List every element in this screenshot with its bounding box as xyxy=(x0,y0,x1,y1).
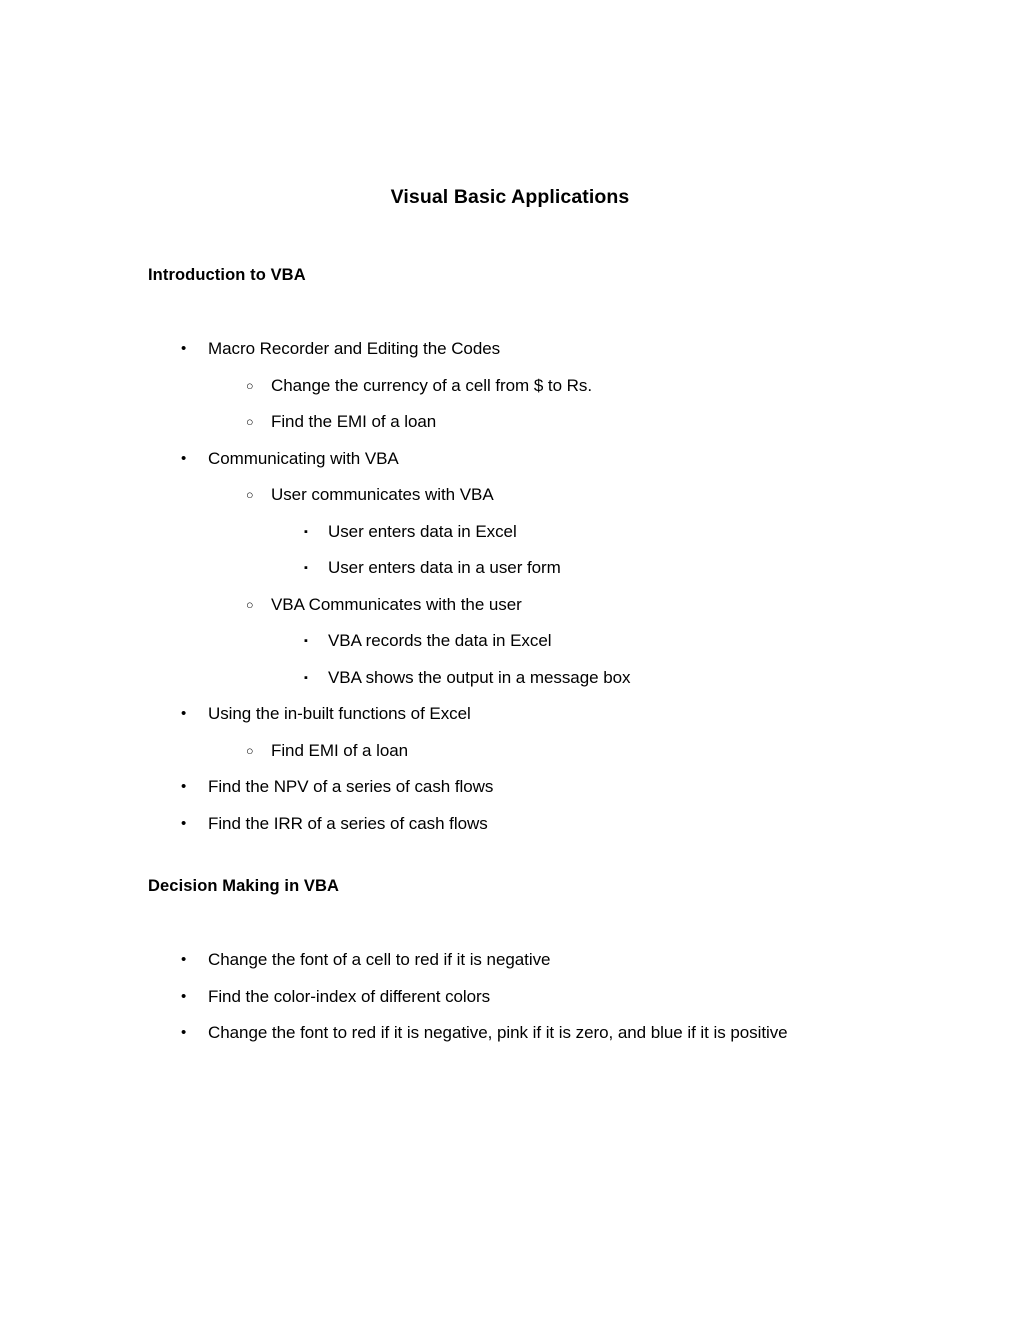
bullet-list-decision-making: • Change the font of a cell to red if it … xyxy=(0,942,1020,1052)
list-item-text: Find the color-index of different colors xyxy=(208,986,491,1006)
list-item: ▪ VBA records the data in Excel xyxy=(0,623,1020,660)
list-item-text: Find EMI of a loan xyxy=(271,740,409,760)
list-item-text: User enters data in a user form xyxy=(328,558,561,577)
section-heading-introduction: Introduction to VBA xyxy=(148,266,306,284)
bullet-disc-icon: • xyxy=(181,778,187,795)
bullet-disc-icon: • xyxy=(181,1024,187,1041)
list-item-text: VBA records the data in Excel xyxy=(328,631,552,650)
list-item-text: User communicates with VBA xyxy=(271,485,494,504)
bullet-disc-icon: • xyxy=(181,814,187,832)
bullet-circle-icon: ○ xyxy=(246,597,254,612)
list-item-text: Find the IRR of a series of cash flows xyxy=(208,813,488,833)
list-item: ○ User communicates with VBA xyxy=(0,477,1020,514)
bullet-disc-icon: • xyxy=(181,987,187,1005)
document-page: Visual Basic Applications Introduction t… xyxy=(0,0,1020,1320)
list-item: ○ Change the currency of a cell from $ to… xyxy=(0,368,1020,405)
bullet-disc-icon: • xyxy=(181,951,187,968)
list-item-text: VBA Communicates with the user xyxy=(271,594,522,614)
bullet-disc-icon: • xyxy=(181,705,187,722)
list-item: ○ Find EMI of a loan xyxy=(0,733,1020,770)
list-item: • Find the color-index of different color… xyxy=(0,979,1020,1016)
bullet-square-icon: ▪ xyxy=(304,562,308,574)
bullet-disc-icon: • xyxy=(181,340,187,357)
list-item-text: Find the EMI of a loan xyxy=(271,412,437,431)
list-item: ▪ User enters data in Excel xyxy=(0,514,1020,551)
list-item-text: User enters data in Excel xyxy=(328,521,517,541)
bullet-square-icon: ▪ xyxy=(304,635,308,647)
list-item-text: Communicating with VBA xyxy=(208,448,399,468)
list-item-text: VBA shows the output in a message box xyxy=(328,667,631,687)
list-item: • Find the NPV of a series of cash flows xyxy=(0,769,1020,806)
list-item: • Find the IRR of a series of cash flows xyxy=(0,806,1020,843)
bullet-circle-icon: ○ xyxy=(246,415,254,429)
list-item: ▪ User enters data in a user form xyxy=(0,550,1020,587)
bullet-circle-icon: ○ xyxy=(246,743,254,758)
list-item: • Change the font of a cell to red if it … xyxy=(0,942,1020,979)
list-item: • Using the in-built functions of Excel xyxy=(0,696,1020,733)
page-title: Visual Basic Applications xyxy=(390,186,630,208)
bullet-circle-icon: ○ xyxy=(246,488,254,502)
list-item: ○ VBA Communicates with the user xyxy=(0,587,1020,624)
list-item: • Change the font to red if it is negativ… xyxy=(0,1015,1020,1052)
bullet-square-icon: ▪ xyxy=(304,525,308,538)
list-item-text: Change the font of a cell to red if it i… xyxy=(208,950,551,969)
list-item: • Communicating with VBA xyxy=(0,441,1020,478)
list-item-text: Using the in-built functions of Excel xyxy=(208,704,471,723)
list-item-text: Change the font to red if it is negative… xyxy=(208,1023,788,1042)
list-item-text: Change the currency of a cell from $ to … xyxy=(271,375,592,395)
list-item: ▪ VBA shows the output in a message box xyxy=(0,660,1020,697)
list-item: • Macro Recorder and Editing the Codes xyxy=(0,331,1020,368)
bullet-disc-icon: • xyxy=(181,449,187,467)
list-item-text: Find the NPV of a series of cash flows xyxy=(208,777,494,796)
section-heading-decision-making: Decision Making in VBA xyxy=(148,877,340,895)
bullet-square-icon: ▪ xyxy=(304,671,308,684)
bullet-list-introduction: • Macro Recorder and Editing the Codes ○ Ch… xyxy=(0,331,1020,842)
bullet-circle-icon: ○ xyxy=(246,378,254,393)
list-item: ○ Find the EMI of a loan xyxy=(0,404,1020,441)
list-item-text: Macro Recorder and Editing the Codes xyxy=(208,339,501,358)
